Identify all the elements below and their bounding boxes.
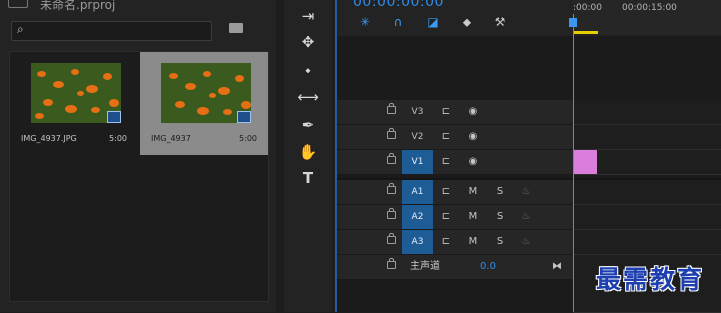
- solo-button[interactable]: S: [494, 180, 506, 204]
- track-header-v1: V1 ⊏ ◉: [336, 150, 573, 175]
- linked-selection-icon[interactable]: ◪: [426, 15, 440, 29]
- track-label[interactable]: A2: [402, 205, 433, 229]
- track-header-a1: A1 ⊏ M S ♨: [336, 180, 573, 205]
- master-label: 主声道: [410, 261, 440, 272]
- playhead-handle[interactable]: [569, 18, 577, 27]
- track-header-v3: V3 ⊏ ◉: [336, 100, 573, 125]
- track-label[interactable]: V2: [402, 125, 433, 149]
- slip-icon[interactable]: ⟷: [296, 87, 320, 107]
- lock-icon[interactable]: [387, 258, 396, 269]
- track-label[interactable]: V1: [402, 150, 433, 174]
- ruler-label: 00:00:15:00: [622, 3, 677, 13]
- clip-item-selected[interactable]: IMG_4937 5:00: [140, 52, 268, 155]
- razor-icon[interactable]: ⬩: [296, 60, 320, 80]
- eye-icon[interactable]: ◉: [466, 125, 480, 149]
- go-to-edit-icon[interactable]: ⧓: [550, 255, 564, 279]
- track-lane-v3[interactable]: [573, 100, 721, 125]
- bin-list: IMG_4937.JPG 5:00 IMG_4937 5:00: [9, 51, 269, 302]
- microphone-icon[interactable]: ♨: [520, 180, 532, 204]
- panel-focus-border: [335, 0, 337, 312]
- mute-button[interactable]: M: [467, 205, 479, 229]
- add-marker-icon[interactable]: ⬥: [460, 15, 474, 29]
- wrench-icon[interactable]: ⚒: [493, 15, 507, 29]
- search-input[interactable]: ⌕: [11, 21, 212, 41]
- track-label[interactable]: V3: [402, 100, 433, 124]
- lock-icon[interactable]: [387, 233, 396, 244]
- clip-name: IMG_4937: [151, 134, 191, 143]
- track-label[interactable]: A1: [402, 180, 433, 204]
- track-header-master: 主声道 0.0 ⧓: [336, 255, 573, 280]
- project-tab-icon[interactable]: [8, 0, 28, 8]
- sync-lock-icon[interactable]: ⊏: [439, 205, 453, 229]
- track-header-v2: V2 ⊏ ◉: [336, 125, 573, 150]
- master-volume-value[interactable]: 0.0: [476, 255, 500, 279]
- track-header-a2: A2 ⊏ M S ♨: [336, 205, 573, 230]
- clip-duration: 5:00: [109, 134, 127, 143]
- clip-thumbnail: [161, 63, 251, 123]
- track-lane-a1[interactable]: [573, 180, 721, 205]
- track-select-forward-icon[interactable]: ⇥: [296, 6, 320, 26]
- track-label[interactable]: A3: [402, 230, 433, 254]
- ripple-edit-icon[interactable]: ✥: [296, 32, 320, 52]
- ruler-label: :00:00: [573, 3, 602, 13]
- lock-icon[interactable]: [387, 128, 396, 139]
- mute-button[interactable]: M: [467, 230, 479, 254]
- sync-lock-icon[interactable]: ⊏: [439, 150, 453, 174]
- microphone-icon[interactable]: ♨: [520, 205, 532, 229]
- solo-button[interactable]: S: [494, 205, 506, 229]
- track-header-a3: A3 ⊏ M S ♨: [336, 230, 573, 255]
- clip-thumbnail: [31, 63, 121, 123]
- track-lane-a3[interactable]: [573, 230, 721, 255]
- solo-button[interactable]: S: [494, 230, 506, 254]
- sequence-icon: [237, 111, 251, 123]
- microphone-icon[interactable]: ♨: [520, 230, 532, 254]
- watermark: 最需教育: [596, 265, 705, 294]
- eye-icon[interactable]: ◉: [466, 150, 480, 174]
- image-sequence-icon: [107, 111, 121, 123]
- project-title: 未命名.prproj: [40, 0, 116, 12]
- pen-icon[interactable]: ✒: [296, 115, 320, 135]
- playhead[interactable]: [573, 14, 574, 312]
- project-panel: 未命名.prproj ⌕ IMG_4937.JPG 5:00 IMG_4937 …: [0, 0, 276, 312]
- snap-icon[interactable]: ∩: [391, 15, 405, 29]
- sync-lock-icon[interactable]: ⊏: [439, 125, 453, 149]
- lock-icon[interactable]: [387, 153, 396, 164]
- lock-icon[interactable]: [387, 208, 396, 219]
- eye-icon[interactable]: ◉: [466, 100, 480, 124]
- sync-lock-icon[interactable]: ⊏: [439, 230, 453, 254]
- track-lane-a2[interactable]: [573, 205, 721, 230]
- clip-item[interactable]: IMG_4937.JPG 5:00: [10, 52, 138, 155]
- clip-duration: 5:00: [239, 134, 257, 143]
- nest-icon[interactable]: ✳: [358, 15, 372, 29]
- lock-icon[interactable]: [387, 183, 396, 194]
- type-icon[interactable]: T: [296, 168, 320, 188]
- hand-icon[interactable]: ✋: [296, 142, 320, 162]
- tools-panel: ⇥ ✥ ⬩ ⟷ ✒ ✋ T: [284, 0, 332, 312]
- time-ruler[interactable]: :00:00 00:00:15:00: [573, 0, 721, 34]
- sync-lock-icon[interactable]: ⊏: [439, 100, 453, 124]
- timeline-clip[interactable]: [573, 150, 597, 174]
- timecode-display[interactable]: 00:00:00:00: [353, 0, 444, 10]
- clip-name: IMG_4937.JPG: [21, 134, 77, 143]
- new-bin-icon[interactable]: [229, 23, 243, 33]
- lock-icon[interactable]: [387, 103, 396, 114]
- sync-lock-icon[interactable]: ⊏: [439, 180, 453, 204]
- mute-button[interactable]: M: [467, 180, 479, 204]
- search-icon: ⌕: [17, 22, 24, 36]
- work-area-bar[interactable]: [573, 31, 598, 34]
- track-lane-v2[interactable]: [573, 125, 721, 150]
